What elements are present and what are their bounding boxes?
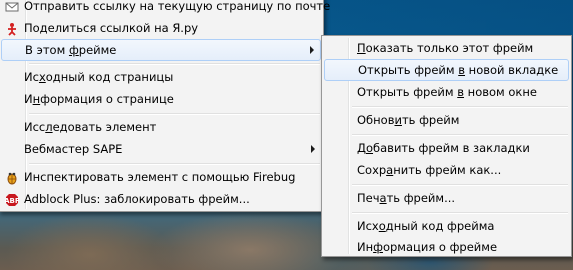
menu-separator [29,163,320,165]
menu-item-page-info[interactable]: Информация о странице [1,88,321,110]
submenu-item-open-frame-new-window[interactable]: Открыть фрейм в новом окне [324,81,569,103]
submenu-arrow-icon [311,145,315,153]
menu-item-page-source[interactable]: Исходный код страницы [1,66,321,88]
share-icon [5,21,19,36]
menu-item-adblock-frame[interactable]: ABP Adblock Plus: заблокировать фрейм... [1,188,321,210]
context-menu: Отправить ссылку на текущую страницу по … [0,0,330,212]
submenu-item-frame-source[interactable]: Исходный код фрейма [324,215,569,237]
submenu-item-save-frame[interactable]: Сохранить фрейм как... [324,159,569,181]
menu-separator [29,113,320,115]
submenu-arrow-icon [310,46,314,54]
submenu-item-bookmark-frame[interactable]: Добавить фрейм в закладки [324,137,569,159]
firebug-icon [5,170,19,185]
mail-icon [5,0,19,13]
menu-item-inspect-element[interactable]: Исследовать элемент [1,116,321,138]
submenu-item-show-only-frame[interactable]: Показать только этот фрейм [324,37,569,59]
menu-separator [352,212,568,214]
submenu-item-frame-info[interactable]: Информация о фрейме [324,236,569,258]
menu-item-share-ya[interactable]: Поделиться ссылкой на Я.ру [1,17,321,39]
menu-separator [29,63,320,65]
menu-separator [352,134,568,136]
menu-item-send-link[interactable]: Отправить ссылку на текущую страницу по … [1,0,330,17]
menu-separator [352,184,568,186]
menu-item-sape-webmaster[interactable]: Вебмастер SAPE [1,138,321,160]
submenu-item-print-frame[interactable]: Печать фрейм... [324,187,569,209]
menu-item-firebug-inspect[interactable]: Инспектировать элемент с помощью Firebug [1,166,321,188]
menu-item-this-frame[interactable]: В этом фрейме [1,39,321,61]
svg-text:ABP: ABP [5,197,19,205]
frame-submenu: Показать только этот фрейм Открыть фрейм… [321,35,572,257]
submenu-item-open-frame-new-tab[interactable]: Открыть фрейм в новой вкладке [324,59,569,81]
adblock-icon: ABP [4,192,20,206]
menu-separator [352,106,568,108]
submenu-item-reload-frame[interactable]: Обновить фрейм [324,109,569,131]
